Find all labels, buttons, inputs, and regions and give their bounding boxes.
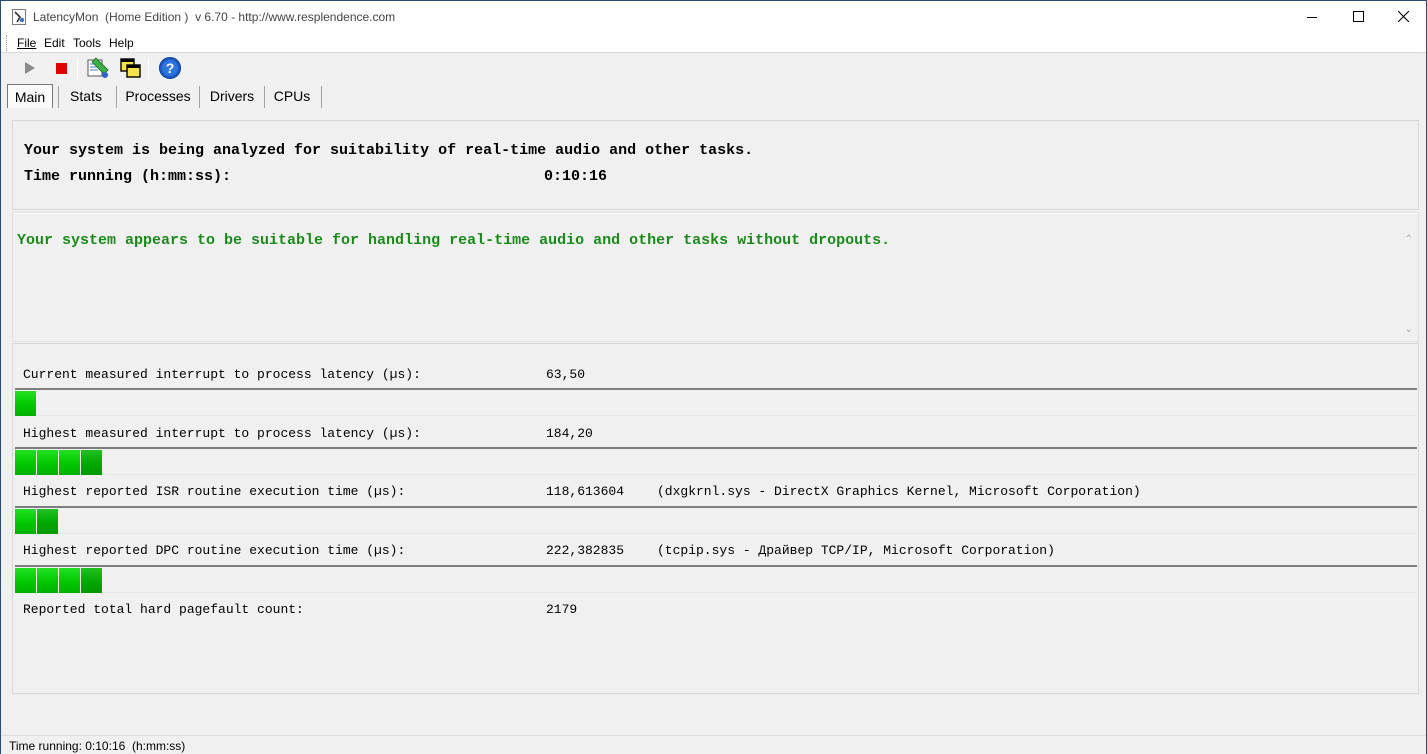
- verdict-panel: Your system appears to be suitable for h…: [12, 212, 1419, 342]
- start-button[interactable]: [18, 56, 42, 80]
- menu-help-label: Help: [109, 36, 134, 50]
- tab-separator: [321, 86, 322, 108]
- latency-bar: [15, 388, 1417, 416]
- menu-file[interactable]: File: [17, 36, 36, 50]
- metric-value: 118,613604: [546, 484, 625, 499]
- title-bar: LatencyMon (Home Edition ) v 6.70 - http…: [1, 1, 1426, 33]
- latency-bar: [15, 565, 1417, 593]
- latency-bar: [15, 506, 1417, 534]
- stop-button[interactable]: [49, 56, 73, 80]
- tab-main-label: Main: [14, 89, 46, 105]
- bar-fill: [15, 568, 103, 593]
- tab-drivers-label: Drivers: [209, 88, 255, 104]
- maximize-button[interactable]: [1335, 1, 1381, 32]
- latency-bar: [15, 447, 1417, 475]
- bar-segment: [15, 450, 36, 475]
- metric-value: 63,50: [546, 367, 586, 382]
- tab-separator: [116, 86, 117, 108]
- scroll-up-icon[interactable]: ⌃: [1405, 234, 1413, 245]
- tab-cpus-label: CPUs: [273, 88, 311, 104]
- bar-segment: [59, 450, 80, 475]
- stop-icon: [55, 62, 67, 74]
- analysis-text: Your system is being analyzed for suitab…: [24, 142, 754, 159]
- windows-icon: [120, 58, 141, 78]
- bar-segment: [81, 450, 102, 475]
- analysis-panel: Your system is being analyzed for suitab…: [12, 120, 1419, 210]
- windows-button[interactable]: [118, 56, 142, 80]
- app-window: LatencyMon (Home Edition ) v 6.70 - http…: [0, 0, 1427, 754]
- bar-segment: [59, 568, 80, 593]
- pagefault-label: Reported total hard pagefault count:: [23, 602, 304, 617]
- maximize-icon: [1352, 11, 1364, 22]
- metric-label: Current measured interrupt to process la…: [23, 367, 421, 382]
- svg-text:?: ?: [166, 60, 175, 76]
- bar-segment: [37, 509, 58, 534]
- menu-tools[interactable]: Tools: [73, 36, 101, 50]
- tab-main[interactable]: Main: [7, 84, 53, 108]
- latencymon-icon: [12, 9, 26, 25]
- tab-processes[interactable]: Processes: [119, 84, 197, 108]
- report-button[interactable]: [86, 56, 110, 80]
- toolbar-separator: [77, 58, 78, 80]
- verdict-text: Your system appears to be suitable for h…: [17, 232, 891, 249]
- window-title: LatencyMon (Home Edition ) v 6.70 - http…: [33, 10, 396, 24]
- metric-detail: (tcpip.sys - Драйвер TCP/IP, Microsoft C…: [657, 543, 1055, 558]
- pagefault-value: 2179: [546, 602, 578, 617]
- metric-label: Highest reported DPC routine execution t…: [23, 543, 406, 558]
- toolbar-separator: [148, 58, 149, 80]
- scroll-down-icon[interactable]: ⌄: [1405, 324, 1413, 335]
- time-running-label: Time running (h:mm:ss):: [24, 168, 232, 185]
- bar-segment: [37, 568, 58, 593]
- close-icon: [1397, 11, 1409, 22]
- time-running-value: 0:10:16: [544, 168, 608, 185]
- toolbar: ?: [1, 54, 1426, 84]
- bar-segment: [81, 568, 102, 593]
- tab-separator: [264, 86, 265, 108]
- metric-detail: (dxgkrnl.sys - DirectX Graphics Kernel, …: [657, 484, 1141, 499]
- bar-fill: [15, 450, 103, 475]
- minimize-icon: [1307, 16, 1317, 18]
- menu-edit-label: Edit: [44, 36, 65, 50]
- status-bar-text: Time running: 0:10:16 (h:mm:ss): [9, 739, 186, 753]
- menu-file-label: File: [17, 36, 37, 50]
- tab-processes-label: Processes: [125, 88, 191, 104]
- metrics-panel: Current measured interrupt to process la…: [12, 343, 1419, 694]
- minimize-button[interactable]: [1289, 1, 1335, 32]
- play-icon: [25, 62, 35, 74]
- metric-label: Highest reported ISR routine execution t…: [23, 484, 406, 499]
- help-icon: ?: [159, 57, 181, 79]
- bar-segment: [15, 509, 36, 534]
- bar-segment: [37, 450, 58, 475]
- menu-edit[interactable]: Edit: [44, 36, 65, 50]
- bar-fill: [15, 391, 37, 416]
- tab-separator: [58, 86, 59, 108]
- tab-cpus[interactable]: CPUs: [267, 84, 317, 108]
- report-icon: [87, 57, 109, 78]
- bar-segment: [15, 568, 36, 593]
- menu-bar: File Edit Tools Help: [1, 33, 1426, 53]
- menu-tools-label: Tools: [73, 36, 102, 50]
- metric-value: 222,382835: [546, 543, 625, 558]
- menu-grip: [6, 35, 9, 51]
- tab-separator: [199, 86, 200, 108]
- metric-label: Highest measured interrupt to process la…: [23, 426, 421, 441]
- tab-stats-label: Stats: [70, 88, 102, 104]
- status-bar: Time running: 0:10:16 (h:mm:ss): [1, 735, 1426, 754]
- tab-stats[interactable]: Stats: [61, 84, 111, 108]
- metric-value: 184,20: [546, 426, 593, 441]
- verdict-box: Your system appears to be suitable for h…: [13, 213, 1418, 335]
- close-button[interactable]: [1380, 1, 1426, 32]
- bar-fill: [15, 509, 59, 534]
- tab-strip: Main Stats Processes Drivers CPUs: [1, 84, 1426, 110]
- bar-segment: [15, 391, 36, 416]
- menu-help[interactable]: Help: [109, 36, 134, 50]
- help-button[interactable]: ?: [158, 56, 182, 80]
- tab-drivers[interactable]: Drivers: [202, 84, 262, 108]
